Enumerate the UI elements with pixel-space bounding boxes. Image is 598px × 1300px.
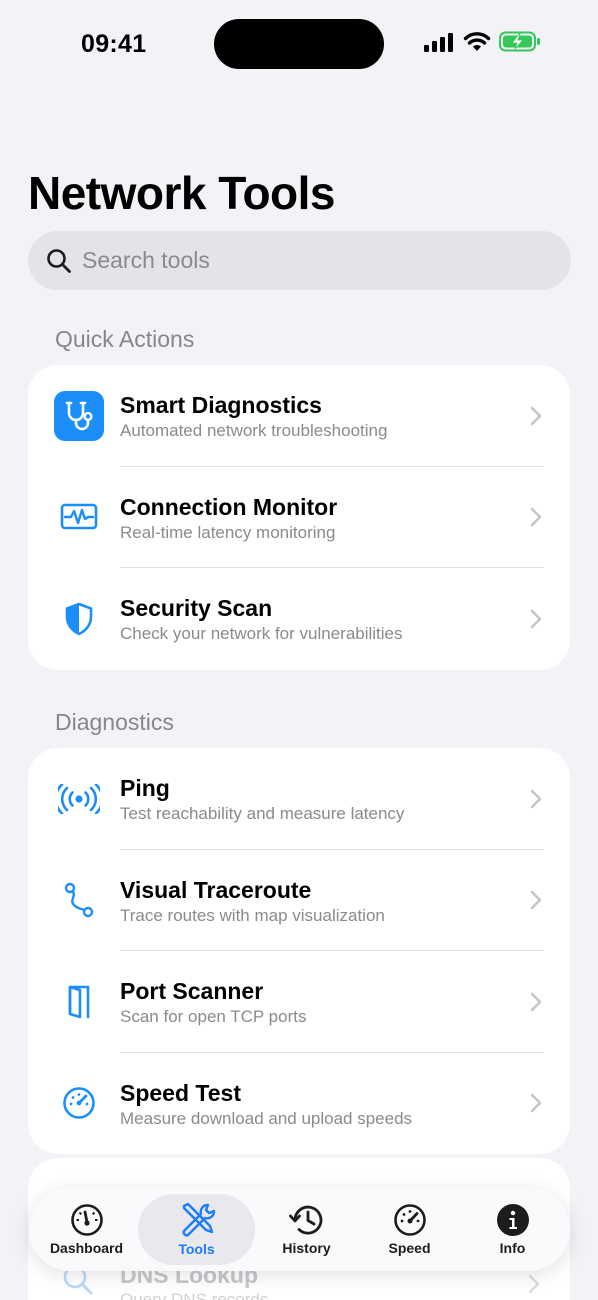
item-subtitle: Real-time latency monitoring (120, 522, 336, 542)
tab-label: Dashboard (49, 1240, 124, 1256)
chevron-right-icon (528, 1274, 540, 1294)
history-clock-icon (288, 1205, 322, 1235)
status-icons (423, 31, 541, 52)
chevron-right-icon (530, 508, 542, 527)
chevron-right-icon (530, 609, 542, 628)
wifi-icon (463, 32, 491, 51)
waveform-monitor-icon (54, 492, 104, 542)
chevron-right-icon (530, 1094, 542, 1113)
route-icon (54, 875, 104, 925)
item-title: Port Scanner (120, 978, 264, 1004)
item-title: Ping (120, 775, 170, 801)
tab-label: Speed (388, 1240, 431, 1256)
chevron-right-icon (530, 406, 542, 425)
tab-label: Tools (178, 1241, 215, 1257)
item-subtitle: Test reachability and measure latency (120, 804, 405, 823)
item-title: Connection Monitor (120, 493, 338, 520)
broadcast-icon (54, 774, 104, 824)
tab-bar: Dashboard Tools History Speed Info (29, 1188, 570, 1271)
item-title: Security Scan (120, 595, 273, 621)
quick-actions-card: Smart Diagnostics Automated network trou… (28, 365, 570, 670)
page-title: Network Tools (28, 167, 336, 219)
gauge-icon (54, 1078, 104, 1128)
list-item-port-scanner[interactable]: Port Scanner Scan for open TCP ports (28, 951, 570, 1053)
shield-icon (54, 594, 104, 644)
item-title: Visual Traceroute (120, 876, 312, 903)
tab-label: Info (499, 1240, 526, 1256)
item-subtitle: Automated network troubleshooting (120, 421, 388, 440)
item-subtitle: Check your network for vulnerabilities (120, 624, 403, 643)
list-item-connection-monitor[interactable]: Connection Monitor Real-time latency mon… (28, 467, 570, 568)
door-icon (54, 977, 104, 1027)
list-item-security-scan[interactable]: Security Scan Check your network for vul… (28, 568, 570, 670)
info-icon (496, 1204, 529, 1236)
diagnostics-card: Ping Test reachability and measure laten… (28, 748, 570, 1154)
tab-tools[interactable]: Tools (138, 1194, 255, 1265)
section-header-diagnostics: Diagnostics (55, 709, 174, 735)
stethoscope-icon (54, 390, 104, 441)
search-icon (47, 248, 71, 273)
gauge-icon (70, 1204, 103, 1236)
item-subtitle: Query DNS records (120, 1290, 269, 1300)
cellular-signal-icon (424, 32, 453, 52)
status-time: 09:41 (81, 30, 147, 58)
chevron-right-icon (530, 891, 542, 910)
speedometer-icon (393, 1204, 426, 1236)
wrench-screwdriver-icon (182, 1202, 215, 1237)
list-item-speed-test[interactable]: Speed Test Measure download and upload s… (28, 1053, 570, 1155)
list-item-smart-diagnostics[interactable]: Smart Diagnostics Automated network trou… (28, 365, 570, 467)
tab-label: History (282, 1240, 331, 1256)
section-header-quick-actions: Quick Actions (55, 326, 195, 352)
battery-charging-icon (499, 31, 540, 52)
item-subtitle: Scan for open TCP ports (120, 1007, 307, 1026)
tab-history[interactable]: History (255, 1194, 358, 1265)
search-input[interactable] (82, 247, 542, 274)
item-subtitle: Measure download and upload speeds (120, 1108, 413, 1128)
item-title: Smart Diagnostics (120, 392, 322, 418)
tab-dashboard[interactable]: Dashboard (35, 1194, 138, 1265)
item-subtitle: Trace routes with map visualization (120, 905, 385, 925)
item-title: Speed Test (120, 1079, 241, 1106)
screen: 09:41 Network Tools Quick Actions (0, 0, 598, 1300)
chevron-right-icon (530, 789, 542, 808)
chevron-right-icon (530, 992, 542, 1011)
list-item-visual-traceroute[interactable]: Visual Traceroute Trace routes with map … (28, 850, 570, 951)
dynamic-island (214, 19, 384, 69)
tab-speed[interactable]: Speed (358, 1194, 461, 1265)
search-bar[interactable] (28, 231, 571, 290)
list-item-ping[interactable]: Ping Test reachability and measure laten… (28, 748, 570, 850)
tab-info[interactable]: Info (461, 1194, 564, 1265)
